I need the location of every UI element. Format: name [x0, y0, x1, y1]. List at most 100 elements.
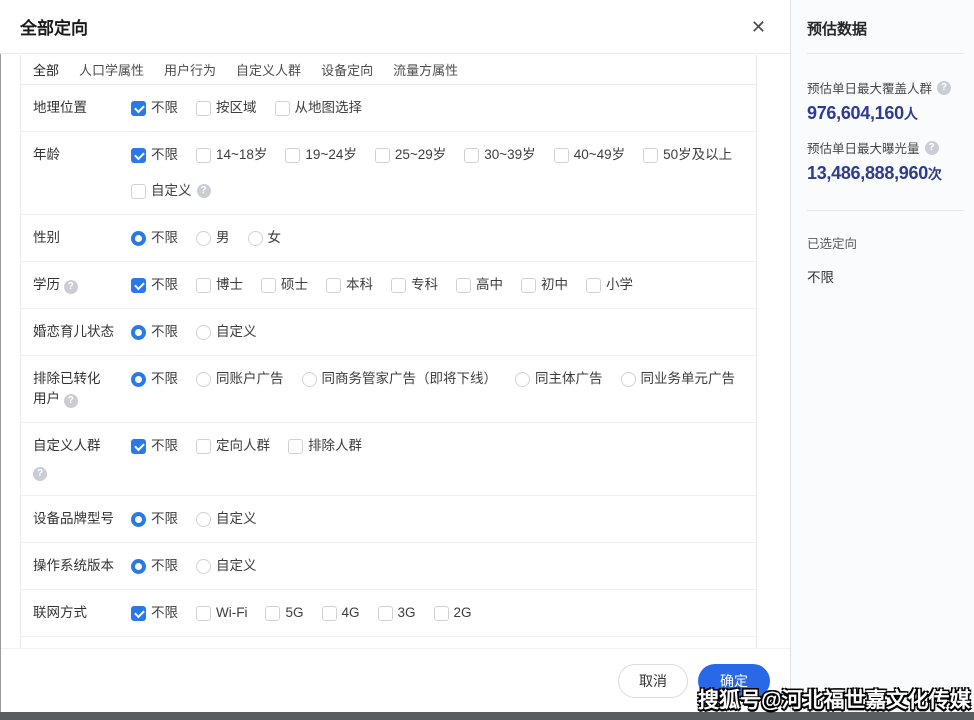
checkbox-option[interactable]: 4G: [322, 603, 360, 623]
radio-option[interactable]: 同账户广告: [196, 369, 284, 389]
checkbox-option[interactable]: Wi-Fi: [196, 603, 247, 623]
checkbox-option[interactable]: 不限: [131, 98, 178, 118]
checkbox-option[interactable]: 硕士: [261, 275, 308, 295]
checkbox-icon[interactable]: [275, 101, 290, 116]
checkbox-icon[interactable]: [456, 278, 471, 293]
radio-icon[interactable]: [196, 559, 211, 574]
checkbox-icon[interactable]: [586, 278, 601, 293]
radio-icon[interactable]: [196, 231, 211, 246]
checkbox-option[interactable]: 3G: [378, 603, 416, 623]
radio-option[interactable]: 不限: [131, 369, 178, 389]
radio-option[interactable]: 同主体广告: [515, 369, 603, 389]
radio-option[interactable]: 自定义: [196, 556, 257, 576]
radio-icon[interactable]: [131, 231, 146, 246]
checkbox-option[interactable]: 5G: [265, 603, 303, 623]
radio-icon[interactable]: [248, 231, 263, 246]
checkbox-icon[interactable]: [196, 278, 211, 293]
checkbox-icon[interactable]: [196, 439, 211, 454]
checkbox-option[interactable]: 从地图选择: [275, 98, 363, 118]
checkbox-icon[interactable]: [131, 148, 146, 163]
option-label: 不限: [151, 275, 178, 295]
radio-icon[interactable]: [302, 372, 317, 387]
checkbox-icon[interactable]: [391, 278, 406, 293]
checkbox-icon[interactable]: [261, 278, 276, 293]
checkbox-icon[interactable]: [285, 148, 300, 163]
help-icon[interactable]: ?: [925, 141, 939, 155]
checkbox-icon[interactable]: [131, 101, 146, 116]
checkbox-icon[interactable]: [196, 606, 211, 621]
radio-option[interactable]: 自定义: [196, 509, 257, 529]
checkbox-icon[interactable]: [554, 148, 569, 163]
checkbox-option[interactable]: 定向人群: [196, 436, 270, 456]
checkbox-option[interactable]: 不限: [131, 145, 178, 165]
checkbox-icon[interactable]: [375, 148, 390, 163]
checkbox-icon[interactable]: [265, 606, 280, 621]
checkbox-icon[interactable]: [643, 148, 658, 163]
checkbox-option[interactable]: 排除人群: [288, 436, 362, 456]
checkbox-option[interactable]: 50岁及以上: [643, 145, 732, 165]
checkbox-option[interactable]: 14~18岁: [196, 145, 267, 165]
radio-option[interactable]: 同商务管家广告（即将下线）: [302, 369, 498, 389]
radio-icon[interactable]: [131, 559, 146, 574]
checkbox-icon[interactable]: [464, 148, 479, 163]
radio-option[interactable]: 不限: [131, 509, 178, 529]
radio-option[interactable]: 自定义: [196, 322, 257, 342]
radio-option[interactable]: 同业务单元广告: [621, 369, 736, 389]
checkbox-option[interactable]: 不限: [131, 603, 178, 623]
tab-3[interactable]: 自定义人群: [236, 60, 301, 79]
help-icon[interactable]: ?: [33, 467, 47, 481]
close-icon[interactable]: ✕: [747, 16, 770, 38]
checkbox-icon[interactable]: [521, 278, 536, 293]
checkbox-icon[interactable]: [326, 278, 341, 293]
checkbox-option[interactable]: 本科: [326, 275, 373, 295]
checkbox-option[interactable]: 专科: [391, 275, 438, 295]
checkbox-option[interactable]: 小学: [586, 275, 633, 295]
checkbox-icon[interactable]: [196, 101, 211, 116]
tab-0[interactable]: 全部: [33, 60, 59, 79]
checkbox-icon[interactable]: [434, 606, 449, 621]
checkbox-option[interactable]: 博士: [196, 275, 243, 295]
tab-5[interactable]: 流量方属性: [393, 60, 458, 79]
checkbox-option[interactable]: 按区域: [196, 98, 257, 118]
radio-icon[interactable]: [621, 372, 636, 387]
radio-icon[interactable]: [131, 512, 146, 527]
checkbox-option[interactable]: 40~49岁: [554, 145, 625, 165]
tab-4[interactable]: 设备定向: [321, 60, 373, 79]
modal-header: 全部定向 ✕: [0, 0, 790, 54]
radio-icon[interactable]: [196, 512, 211, 527]
checkbox-option[interactable]: 30~39岁: [464, 145, 535, 165]
checkbox-option[interactable]: 2G: [434, 603, 472, 623]
help-icon[interactable]: ?: [937, 81, 951, 95]
radio-option[interactable]: 不限: [131, 322, 178, 342]
checkbox-option[interactable]: 不限: [131, 275, 178, 295]
cancel-button[interactable]: 取消: [618, 664, 688, 698]
checkbox-icon[interactable]: [131, 606, 146, 621]
radio-icon[interactable]: [196, 372, 211, 387]
checkbox-icon[interactable]: [322, 606, 337, 621]
radio-icon[interactable]: [515, 372, 530, 387]
checkbox-icon[interactable]: [131, 439, 146, 454]
tab-1[interactable]: 人口学属性: [79, 60, 144, 79]
checkbox-icon[interactable]: [131, 278, 146, 293]
checkbox-icon[interactable]: [288, 439, 303, 454]
checkbox-icon[interactable]: [196, 148, 211, 163]
tab-2[interactable]: 用户行为: [164, 60, 216, 79]
checkbox-option[interactable]: 自定义?: [131, 181, 211, 201]
radio-option[interactable]: 不限: [131, 556, 178, 576]
checkbox-option[interactable]: 19~24岁: [285, 145, 356, 165]
checkbox-option[interactable]: 25~29岁: [375, 145, 446, 165]
checkbox-icon[interactable]: [378, 606, 393, 621]
checkbox-option[interactable]: 高中: [456, 275, 503, 295]
help-icon[interactable]: ?: [197, 184, 211, 198]
checkbox-icon[interactable]: [131, 184, 146, 199]
help-icon[interactable]: ?: [64, 280, 78, 294]
radio-icon[interactable]: [131, 325, 146, 340]
checkbox-option[interactable]: 初中: [521, 275, 568, 295]
radio-option[interactable]: 女: [248, 228, 282, 248]
radio-icon[interactable]: [131, 372, 146, 387]
radio-option[interactable]: 男: [196, 228, 230, 248]
radio-option[interactable]: 不限: [131, 228, 178, 248]
checkbox-option[interactable]: 不限: [131, 436, 178, 456]
radio-icon[interactable]: [196, 325, 211, 340]
help-icon[interactable]: ?: [64, 394, 78, 408]
